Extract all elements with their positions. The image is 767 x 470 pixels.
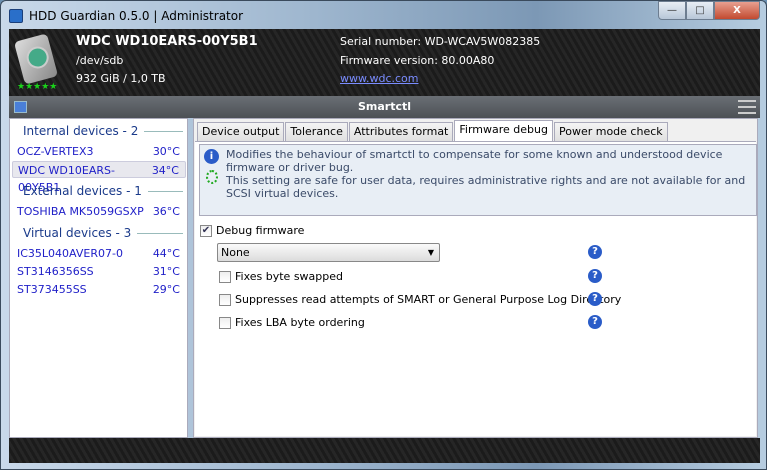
status-bar bbox=[9, 438, 760, 463]
serial-number: Serial number: WD-WCAV5W082385 bbox=[340, 35, 541, 48]
hard-drive-icon bbox=[13, 33, 59, 85]
device-item[interactable]: IC35L040AVER07-0 44°C bbox=[12, 245, 186, 262]
settings-panel: Device output Tolerance Attributes forma… bbox=[193, 118, 758, 438]
debug-firmware-checkbox[interactable]: ✔ bbox=[200, 225, 212, 237]
tab-power-mode-check[interactable]: Power mode check bbox=[553, 122, 668, 141]
tab-tolerance[interactable]: Tolerance bbox=[285, 122, 348, 141]
device-temp: 31°C bbox=[152, 265, 180, 278]
device-item[interactable]: TOSHIBA MK5059GSXP 36°C bbox=[12, 203, 186, 220]
help-icon[interactable]: ? bbox=[588, 292, 602, 306]
device-temp: 29°C bbox=[152, 283, 180, 296]
device-name: OCZ-VERTEX3 bbox=[17, 145, 94, 158]
device-size: 932 GiB / 1,0 TB bbox=[76, 72, 166, 85]
device-model: WDC WD10EARS-00Y5B1 bbox=[76, 34, 258, 49]
device-list: Internal devices - 2 OCZ-VERTEX3 30°C WDC… bbox=[9, 118, 188, 438]
help-icon[interactable]: ? bbox=[588, 315, 602, 329]
close-button[interactable]: X bbox=[714, 1, 760, 20]
option-checkbox[interactable] bbox=[219, 294, 231, 306]
vendor-link[interactable]: www.wdc.com bbox=[340, 72, 419, 85]
device-item-selected[interactable]: WDC WD10EARS-00Y5B1 34°C bbox=[12, 161, 186, 194]
section-bar: Smartctl bbox=[9, 96, 760, 118]
window-title: HDD Guardian 0.5.0 | Administrator bbox=[29, 9, 244, 23]
option-checkbox[interactable] bbox=[219, 271, 231, 283]
firmware-select[interactable]: None bbox=[217, 243, 440, 262]
tab-device-output[interactable]: Device output bbox=[197, 122, 285, 141]
device-header: ★★★★★ WDC WD10EARS-00Y5B1 /dev/sdb 932 G… bbox=[9, 29, 760, 96]
device-name: WDC WD10EARS-00Y5B1 bbox=[18, 164, 115, 194]
option-checkbox[interactable] bbox=[219, 317, 231, 329]
device-temp: 44°C bbox=[152, 247, 180, 260]
shield-icon[interactable] bbox=[14, 101, 27, 113]
tab-attributes-format[interactable]: Attributes format bbox=[348, 122, 454, 141]
app-icon bbox=[9, 9, 23, 23]
help-icon[interactable]: ? bbox=[588, 269, 602, 283]
minimize-button[interactable]: — bbox=[658, 1, 686, 20]
title-bar: HDD Guardian 0.5.0 | Administrator bbox=[9, 7, 243, 25]
group-internal: Internal devices - 2 bbox=[23, 124, 183, 138]
app-window: HDD Guardian 0.5.0 | Administrator — □ X… bbox=[0, 0, 767, 470]
device-name: TOSHIBA MK5059GSXP bbox=[17, 205, 144, 218]
section-title: Smartctl bbox=[357, 100, 412, 113]
device-temp: 36°C bbox=[152, 205, 180, 218]
device-name: IC35L040AVER07-0 bbox=[17, 247, 123, 260]
device-name: ST3146356SS bbox=[17, 265, 94, 278]
firmware-debug-panel: i Modifies the behaviour of smartctl to … bbox=[195, 141, 757, 436]
health-stars: ★★★★★ bbox=[17, 82, 58, 92]
info-icon: i bbox=[204, 149, 219, 164]
device-item[interactable]: ST3146356SS 31°C bbox=[12, 263, 186, 280]
option-label: Fixes LBA byte ordering bbox=[235, 316, 365, 329]
device-path: /dev/sdb bbox=[76, 54, 124, 67]
hamburger-menu-icon[interactable] bbox=[738, 100, 756, 114]
device-item[interactable]: OCZ-VERTEX3 30°C bbox=[12, 143, 186, 160]
device-temp: 30°C bbox=[152, 145, 180, 158]
group-external: External devices - 1 bbox=[23, 184, 183, 198]
firmware-version: Firmware version: 80.00A80 bbox=[340, 54, 495, 67]
info-box: i Modifies the behaviour of smartctl to … bbox=[199, 144, 757, 216]
info-text: Modifies the behaviour of smartctl to co… bbox=[226, 148, 746, 200]
device-item[interactable]: ST373455SS 29°C bbox=[12, 281, 186, 298]
fingerprint-icon bbox=[206, 170, 218, 184]
debug-firmware-label: Debug firmware bbox=[216, 224, 305, 237]
option-label: Fixes byte swapped bbox=[235, 270, 344, 283]
group-virtual: Virtual devices - 3 bbox=[23, 226, 183, 240]
maximize-button[interactable]: □ bbox=[686, 1, 714, 20]
device-temp: 34°C bbox=[151, 164, 179, 177]
tab-firmware-debug[interactable]: Firmware debug bbox=[454, 120, 553, 141]
option-label: Suppresses read attempts of SMART or Gen… bbox=[235, 293, 622, 306]
device-name: ST373455SS bbox=[17, 283, 87, 296]
help-icon[interactable]: ? bbox=[588, 245, 602, 259]
